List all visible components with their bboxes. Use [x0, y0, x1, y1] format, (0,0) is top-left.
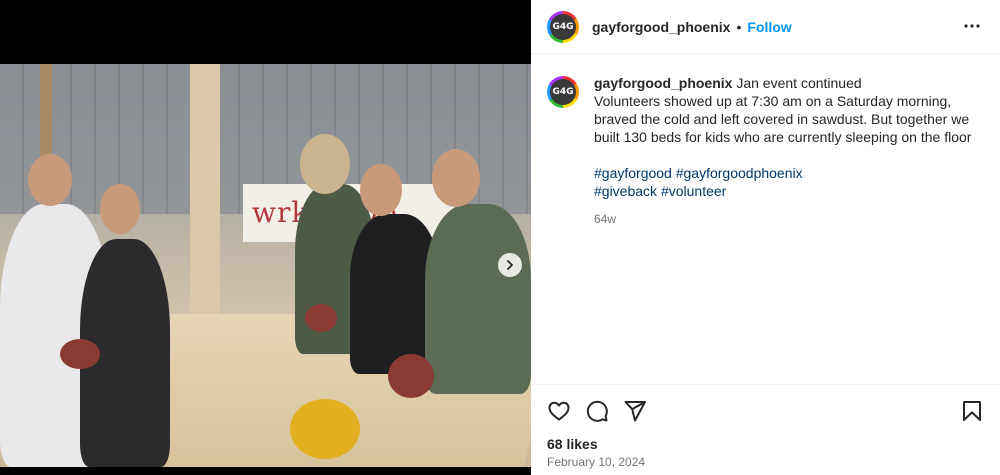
avatar[interactable]: G4G: [547, 10, 579, 43]
caption-first-line: Jan event continued: [736, 75, 862, 91]
photo-sander: [388, 354, 434, 398]
caption-body: gayforgood_phoenix Jan event continued V…: [594, 74, 987, 228]
share-icon[interactable]: [623, 399, 647, 423]
more-options-button[interactable]: [962, 16, 982, 36]
next-image-button[interactable]: [498, 253, 522, 277]
caption: G4G gayforgood_phoenix Jan event continu…: [547, 74, 987, 228]
avatar-text: G4G: [550, 13, 576, 40]
caption-username[interactable]: gayforgood_phoenix: [594, 75, 732, 91]
separator-dot: •: [736, 18, 742, 35]
bookmark-icon[interactable]: [960, 399, 984, 423]
photo-sander: [60, 339, 100, 369]
photo-person-head: [28, 154, 72, 206]
more-options-icon: [964, 24, 980, 28]
caption-avatar[interactable]: G4G: [547, 76, 579, 108]
username-link[interactable]: gayforgood_phoenix: [592, 19, 730, 35]
caption-text: Volunteers showed up at 7:30 am on a Sat…: [594, 93, 972, 145]
photo-sander: [290, 399, 360, 459]
photo-person-head: [360, 164, 402, 216]
post-panel: G4G gayforgood_phoenix • Follow G4G gayf…: [531, 0, 1000, 475]
photo-beam: [190, 64, 220, 324]
post-age[interactable]: 64w: [594, 210, 987, 228]
post-header: G4G gayforgood_phoenix • Follow: [531, 0, 1000, 54]
heart-icon[interactable]: [547, 399, 571, 423]
photo-person: [425, 204, 531, 394]
photo-person-head: [100, 184, 140, 234]
hashtags: #gayforgood #gayforgoodphoenix #giveback…: [594, 164, 987, 200]
photo-person-head: [300, 134, 350, 194]
post-date: February 10, 2024: [547, 455, 646, 469]
post-photo[interactable]: wrkSHOp: [0, 64, 531, 467]
avatar-text: G4G: [550, 79, 576, 105]
follow-button[interactable]: Follow: [747, 19, 791, 35]
hashtag-link[interactable]: #volunteer: [661, 183, 726, 199]
photo-person-head: [432, 149, 480, 207]
photo-sander: [305, 304, 337, 332]
comment-icon[interactable]: [585, 399, 609, 423]
chevron-right-icon: [507, 260, 513, 270]
hashtag-link[interactable]: #gayforgood: [594, 165, 672, 181]
hashtag-link[interactable]: #giveback: [594, 183, 657, 199]
hashtag-link[interactable]: #gayforgoodphoenix: [676, 165, 803, 181]
action-bar: [531, 384, 1000, 422]
likes-count[interactable]: 68 likes: [547, 436, 598, 452]
post-media: wrkSHOp: [0, 0, 531, 475]
